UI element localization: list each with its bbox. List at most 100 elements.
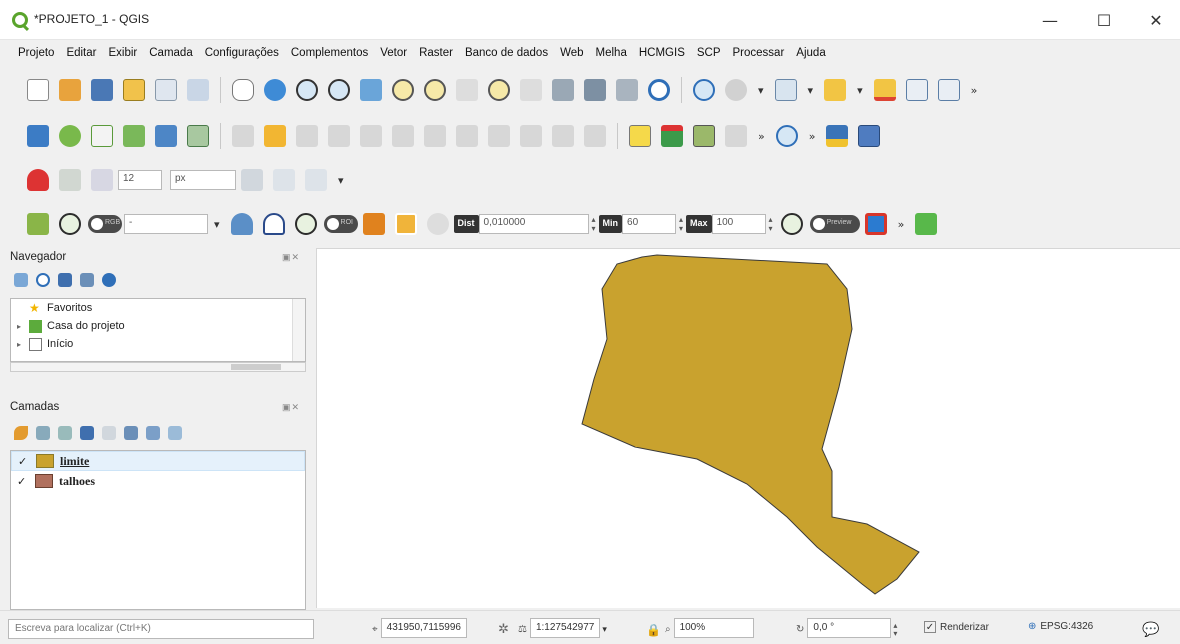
classification-preview-icon[interactable] <box>864 213 887 235</box>
chevron-down-icon[interactable]: ▾ <box>338 174 344 187</box>
filter-legend-icon[interactable] <box>80 426 94 440</box>
new-3d-view-icon[interactable] <box>584 79 606 101</box>
open-project-icon[interactable] <box>59 79 81 101</box>
zoom-to-roi-icon[interactable] <box>294 213 317 235</box>
rgb-toggle[interactable]: RGB <box>88 215 122 233</box>
snapping-tolerance-input[interactable]: 12 <box>118 170 162 190</box>
scp-dock-icon[interactable] <box>27 213 49 235</box>
messages-icon[interactable]: 💬 <box>1142 621 1159 638</box>
layer-visibility-checkbox[interactable]: ✓ <box>17 475 31 488</box>
menu-hcmgis[interactable]: HCMGIS <box>633 47 691 59</box>
panel-float-close-icon[interactable]: ▣✕ <box>282 402 300 413</box>
refresh-icon[interactable] <box>36 273 50 287</box>
menu-raster[interactable]: Raster <box>413 47 459 59</box>
cut-features-icon[interactable] <box>456 125 478 147</box>
copy-features-icon[interactable] <box>488 125 510 147</box>
zoom-in-icon[interactable] <box>296 79 318 101</box>
paste-features-icon[interactable] <box>520 125 542 147</box>
pin-labels-icon[interactable] <box>661 125 683 147</box>
render-checkbox[interactable]: ✓ <box>924 621 936 633</box>
snapping-unit-select[interactable]: px <box>170 170 236 190</box>
zoom-next-icon[interactable] <box>520 79 542 101</box>
menu-melha[interactable]: Melha <box>590 47 633 59</box>
menu-complementos[interactable]: Complementos <box>285 47 374 59</box>
browser-horizontal-scrollbar[interactable] <box>10 362 306 372</box>
help-book-icon[interactable] <box>858 125 881 147</box>
layer-row-talhoes[interactable]: ✓ talhoes <box>11 471 305 491</box>
layer-visibility-checkbox[interactable]: ✓ <box>18 455 32 468</box>
panel-float-close-icon[interactable]: ▣✕ <box>282 252 300 263</box>
temporal-controller-icon[interactable] <box>616 79 638 101</box>
crs-button[interactable]: ⊕ EPSG:4326 <box>1028 621 1093 632</box>
max-input[interactable]: 100 <box>711 214 766 234</box>
layer-row-limite[interactable]: ✓ limite <box>11 451 305 471</box>
zoom-out-icon[interactable] <box>328 79 350 101</box>
menu-web[interactable]: Web <box>554 47 589 59</box>
attribute-table-icon[interactable] <box>905 79 928 101</box>
coordinate-value[interactable]: 431950,7115996 <box>380 618 467 638</box>
topological-editing-icon[interactable] <box>241 169 263 191</box>
toolbar-overflow-chevron[interactable]: » <box>809 130 816 143</box>
render-toggle[interactable]: ✓ Renderizar <box>924 621 989 633</box>
chevron-down-icon[interactable]: ▾ <box>808 84 814 97</box>
min-spinner-icon[interactable]: ▴ ▾ <box>676 215 686 233</box>
pan-to-selection-icon[interactable] <box>264 79 286 101</box>
lock-scale-icon[interactable]: 🔒 <box>646 623 661 637</box>
layout-manager-icon[interactable] <box>155 79 177 101</box>
select-features-icon[interactable] <box>725 79 747 101</box>
new-map-view-icon[interactable] <box>552 79 574 101</box>
filter-browser-icon[interactable] <box>58 273 72 287</box>
vertex-tool-icon[interactable] <box>360 125 382 147</box>
label-tool-icon[interactable] <box>629 125 651 147</box>
properties-info-icon[interactable] <box>102 273 116 287</box>
zoom-native-icon[interactable] <box>456 79 478 101</box>
highlight-labels-icon[interactable] <box>693 125 715 147</box>
menu-processar[interactable]: Processar <box>727 47 791 59</box>
manage-map-themes-eye-icon[interactable] <box>58 426 72 440</box>
toggle-editing-pencil-icon[interactable] <box>264 125 286 147</box>
chevron-down-icon[interactable]: ▾ <box>857 84 863 97</box>
collapse-all-icon[interactable] <box>80 273 94 287</box>
remove-layer-icon[interactable] <box>168 426 182 440</box>
new-print-layout-icon[interactable] <box>123 79 145 101</box>
collapse-all-icon[interactable] <box>146 426 160 440</box>
current-edits-icon[interactable] <box>232 125 254 147</box>
style-layer-brush-icon[interactable] <box>14 426 28 440</box>
rotation-value[interactable]: 0,0 ° <box>807 618 892 638</box>
save-project-icon[interactable] <box>91 79 113 101</box>
python-console-icon[interactable] <box>826 125 849 147</box>
tracing-icon[interactable] <box>305 169 327 191</box>
snap-vertex-icon[interactable] <box>91 169 113 191</box>
menu-vetor[interactable]: Vetor <box>374 47 413 59</box>
zoom-last-icon[interactable] <box>488 79 510 101</box>
deselect-features-icon[interactable] <box>873 79 896 101</box>
menu-scp[interactable]: SCP <box>691 47 727 59</box>
rgb-select[interactable]: - <box>124 214 208 234</box>
menu-banco-de-dados[interactable]: Banco de dados <box>459 47 554 59</box>
zoom-to-selection-icon[interactable] <box>392 79 414 101</box>
toolbar-overflow-chevron[interactable]: » <box>971 84 978 97</box>
menu-exibir[interactable]: Exibir <box>102 47 143 59</box>
pan-hand-icon[interactable] <box>232 79 254 101</box>
add-group-icon[interactable] <box>36 426 50 440</box>
local-standard-deviation-icon[interactable] <box>262 213 285 235</box>
browser-vertical-scrollbar[interactable] <box>292 299 305 361</box>
snap-intersection-icon[interactable] <box>273 169 295 191</box>
add-wfs-layer-icon[interactable] <box>187 125 209 147</box>
close-button[interactable]: ✕ <box>1136 6 1176 34</box>
min-input[interactable]: 60 <box>622 214 677 234</box>
rotation-spinner-icon[interactable]: ▴ ▾ <box>893 621 897 638</box>
toolbar-overflow-chevron[interactable]: » <box>758 130 765 143</box>
browser-item-favoritos[interactable]: ★ Favoritos <box>11 299 305 317</box>
menu-projeto[interactable]: Projeto <box>12 47 60 59</box>
identify-features-icon[interactable] <box>693 79 715 101</box>
dist-input[interactable]: 0,010000 <box>478 214 589 234</box>
field-calculator-icon[interactable] <box>937 79 960 101</box>
filter-by-expression-icon[interactable] <box>102 426 116 440</box>
menu-ajuda[interactable]: Ajuda <box>790 47 831 59</box>
style-manager-icon[interactable] <box>187 79 209 101</box>
save-edits-icon[interactable] <box>296 125 318 147</box>
show-hide-labels-icon[interactable] <box>725 125 747 147</box>
magnifier-value[interactable]: 100% <box>673 618 754 638</box>
add-wms-layer-icon[interactable] <box>155 125 177 147</box>
